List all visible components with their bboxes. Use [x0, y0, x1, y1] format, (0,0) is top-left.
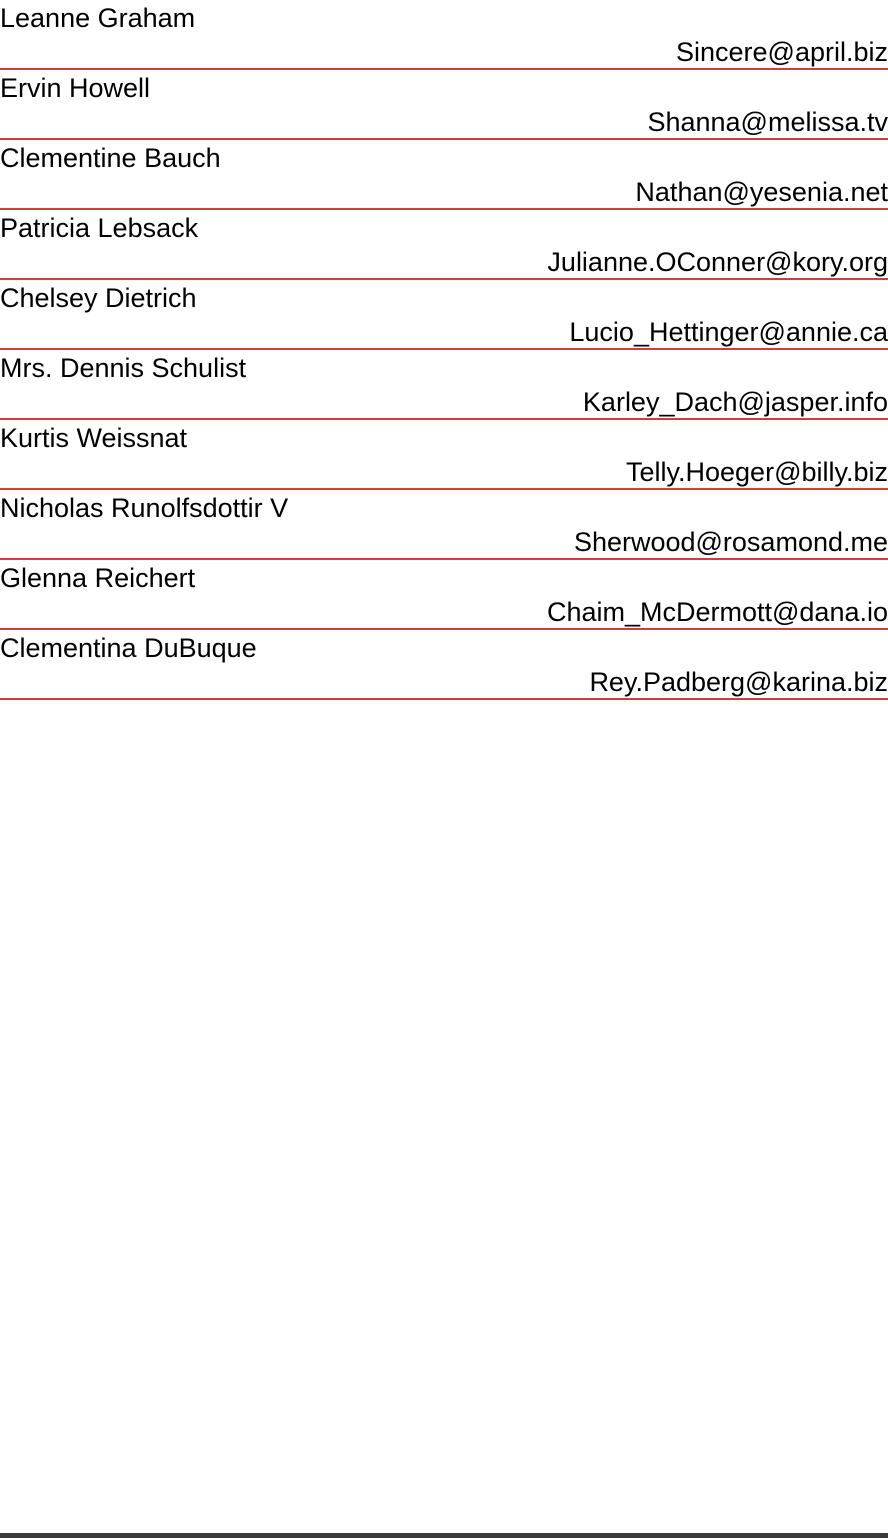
list-item[interactable]: Clementine Bauch Nathan@yesenia.net: [0, 140, 888, 210]
bottom-edge-bar: [0, 1533, 888, 1538]
list-item[interactable]: Ervin Howell Shanna@melissa.tv: [0, 70, 888, 140]
user-email: Karley_Dach@jasper.info: [582, 387, 888, 417]
list-item[interactable]: Patricia Lebsack Julianne.OConner@kory.o…: [0, 210, 888, 280]
user-name: Glenna Reichert: [0, 563, 196, 593]
user-email: Shanna@melissa.tv: [647, 107, 888, 137]
user-email: Chaim_McDermott@dana.io: [546, 597, 888, 627]
user-name: Ervin Howell: [0, 73, 151, 103]
list-item[interactable]: Kurtis Weissnat Telly.Hoeger@billy.biz: [0, 420, 888, 490]
user-name: Clementine Bauch: [0, 143, 221, 173]
user-name: Kurtis Weissnat: [0, 423, 188, 453]
user-name: Nicholas Runolfsdottir V: [0, 493, 289, 523]
user-email: Nathan@yesenia.net: [635, 177, 888, 207]
user-email: Lucio_Hettinger@annie.ca: [569, 317, 888, 347]
user-name: Leanne Graham: [0, 3, 196, 33]
list-item[interactable]: Mrs. Dennis Schulist Karley_Dach@jasper.…: [0, 350, 888, 420]
user-email: Julianne.OConner@kory.org: [547, 247, 888, 277]
user-email: Sincere@april.biz: [676, 37, 888, 67]
list-item[interactable]: Leanne Graham Sincere@april.biz: [0, 0, 888, 70]
user-name: Clementina DuBuque: [0, 633, 257, 663]
user-email: Sherwood@rosamond.me: [573, 527, 888, 557]
user-email: Rey.Padberg@karina.biz: [589, 667, 888, 697]
user-name: Patricia Lebsack: [0, 213, 199, 243]
list-item[interactable]: Nicholas Runolfsdottir V Sherwood@rosamo…: [0, 490, 888, 560]
user-email: Telly.Hoeger@billy.biz: [626, 457, 888, 487]
user-list: Leanne Graham Sincere@april.biz Ervin Ho…: [0, 0, 888, 700]
user-name: Mrs. Dennis Schulist: [0, 353, 247, 383]
list-item[interactable]: Chelsey Dietrich Lucio_Hettinger@annie.c…: [0, 280, 888, 350]
list-item[interactable]: Clementina DuBuque Rey.Padberg@karina.bi…: [0, 630, 888, 700]
user-name: Chelsey Dietrich: [0, 283, 197, 313]
list-item[interactable]: Glenna Reichert Chaim_McDermott@dana.io: [0, 560, 888, 630]
